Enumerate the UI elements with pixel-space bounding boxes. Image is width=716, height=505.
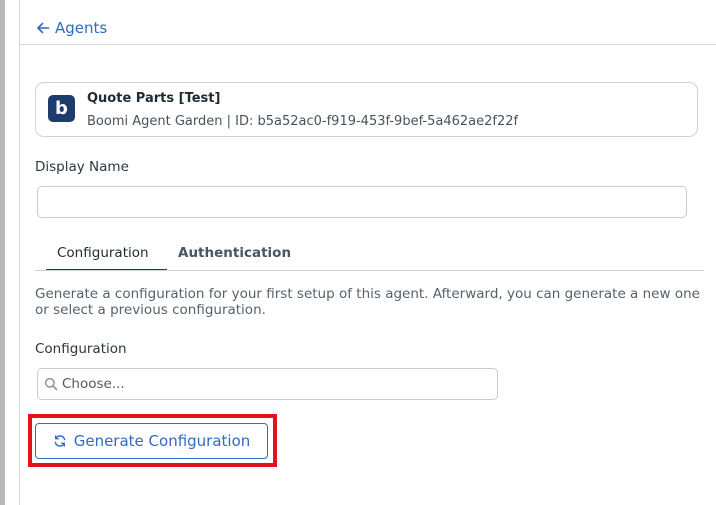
agent-name: Quote Parts [Test] bbox=[87, 91, 221, 106]
display-name-input[interactable] bbox=[37, 186, 687, 218]
tab-bar-divider bbox=[35, 270, 704, 271]
display-name-label: Display Name bbox=[35, 159, 129, 175]
left-gutter bbox=[5, 0, 20, 505]
back-link-label: Agents bbox=[55, 19, 108, 37]
header-divider bbox=[20, 44, 716, 45]
generate-configuration-button[interactable]: Generate Configuration bbox=[35, 423, 268, 459]
refresh-icon bbox=[53, 434, 67, 448]
configuration-select-placeholder: Choose... bbox=[62, 376, 125, 392]
tab-configuration[interactable]: Configuration bbox=[57, 245, 149, 261]
back-to-agents-link[interactable]: Agents bbox=[36, 16, 107, 40]
panel-left-border bbox=[19, 0, 20, 505]
arrow-left-icon bbox=[36, 21, 50, 35]
generate-configuration-label: Generate Configuration bbox=[73, 432, 251, 450]
search-icon bbox=[44, 376, 58, 395]
agent-meta: Boomi Agent Garden | ID: b5a52ac0-f919-4… bbox=[87, 114, 519, 129]
tab-authentication[interactable]: Authentication bbox=[178, 245, 291, 261]
boomi-logo-icon: b bbox=[48, 95, 75, 122]
configuration-description: Generate a configuration for your first … bbox=[35, 286, 700, 318]
configuration-select[interactable]: Choose... bbox=[37, 368, 498, 400]
agent-card: b Quote Parts [Test] Boomi Agent Garden … bbox=[35, 82, 698, 137]
tab-bar: Configuration Authentication bbox=[35, 240, 704, 271]
configuration-label: Configuration bbox=[35, 341, 127, 357]
